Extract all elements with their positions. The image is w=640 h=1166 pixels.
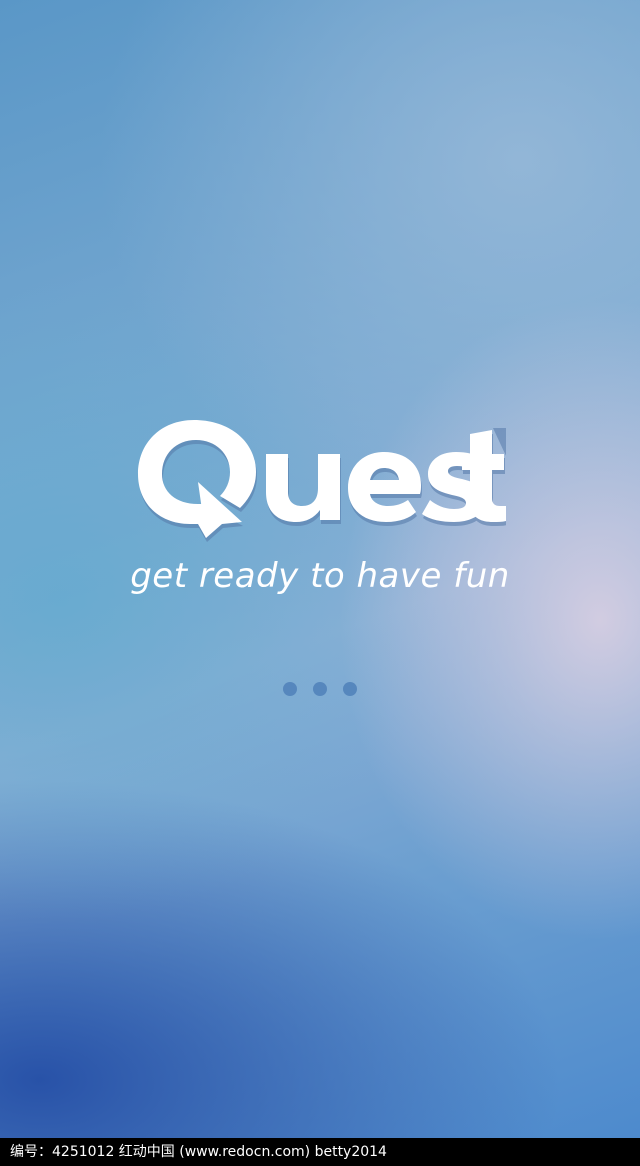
splash-screen: get ready to have fun bbox=[0, 0, 640, 1138]
logo-letter-e bbox=[348, 452, 421, 522]
loading-dot bbox=[343, 682, 357, 696]
loading-dot bbox=[283, 682, 297, 696]
loading-indicator bbox=[0, 682, 640, 696]
logo-letter-u bbox=[266, 454, 340, 522]
loading-dot bbox=[313, 682, 327, 696]
tagline: get ready to have fun bbox=[130, 556, 510, 596]
quest-logo bbox=[138, 420, 506, 542]
watermark-bar: 编号：4251012 红动中国 (www.redocn.com) betty20… bbox=[0, 1138, 640, 1166]
